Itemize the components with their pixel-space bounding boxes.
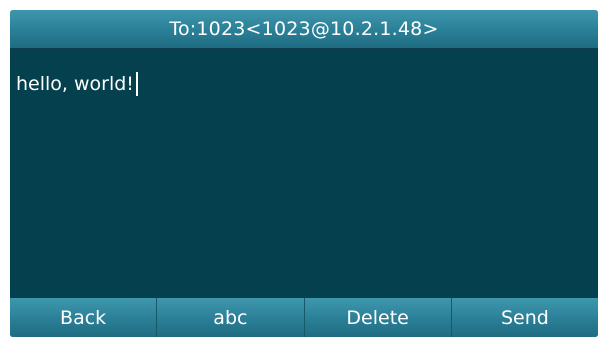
softkey-bar: Back abc Delete Send bbox=[10, 298, 598, 337]
recipient-title: To:1023<1023@10.2.1.48> bbox=[169, 18, 439, 40]
message-text-field[interactable]: hello, world! bbox=[16, 72, 138, 96]
back-button[interactable]: Back bbox=[10, 298, 158, 337]
phone-screen: To:1023<1023@10.2.1.48> hello, world! Ba… bbox=[10, 10, 598, 337]
header-bar: To:1023<1023@10.2.1.48> bbox=[10, 10, 598, 50]
input-mode-button[interactable]: abc bbox=[157, 298, 305, 337]
send-button[interactable]: Send bbox=[452, 298, 598, 337]
message-text: hello, world! bbox=[16, 73, 134, 95]
text-cursor bbox=[135, 72, 138, 96]
message-input-area[interactable]: hello, world! bbox=[10, 50, 598, 298]
delete-button[interactable]: Delete bbox=[305, 298, 452, 337]
